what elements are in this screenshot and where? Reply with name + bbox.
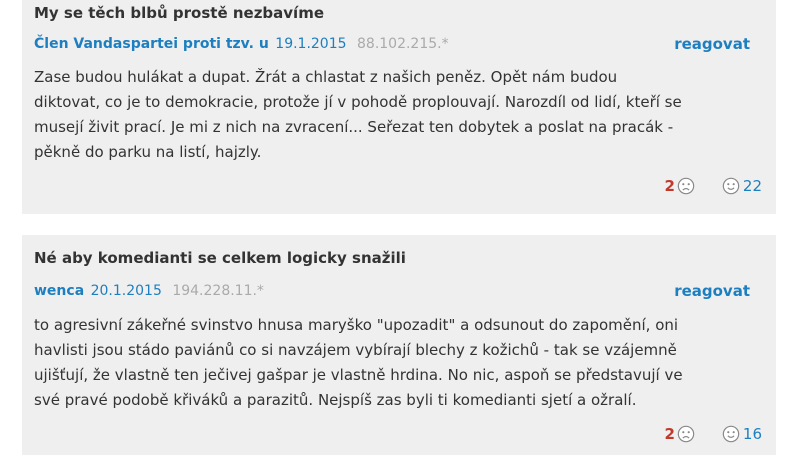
comment-body: Zase budou hulákat a dupat. Žrát a chlas…	[34, 65, 759, 165]
positive-vote-count: 22	[742, 177, 762, 195]
comment-body: to agresivní zákeřné svinstvo hnusa mary…	[34, 313, 759, 413]
comment-ip: 88.102.215.*	[357, 36, 449, 52]
comment-line: ujišťují, že vlastně ten ječivej gašpar …	[34, 366, 683, 384]
vote-bar: 2 16	[664, 425, 762, 443]
comment-line: musejí živit prací. Je mi z nich na zvra…	[34, 118, 674, 136]
comment-card: Né aby komedianti se celkem logicky snaž…	[22, 235, 776, 455]
smile-face-icon[interactable]	[722, 425, 740, 443]
negative-vote-count: 2	[664, 425, 675, 443]
comment-author-link[interactable]: wenca	[34, 283, 84, 299]
comment-date: 20.1.2015	[90, 283, 162, 299]
sad-face-icon[interactable]	[677, 425, 695, 443]
comment-line: to agresivní zákeřné svinstvo hnusa mary…	[34, 316, 679, 334]
comment-date: 19.1.2015	[275, 36, 347, 52]
comment-line: své pravé podobě křiváků a parazitů. Nej…	[34, 391, 637, 409]
comment-card: My se těch blbů prostě nezbavíme Člen Va…	[22, 0, 776, 214]
reply-link[interactable]: reagovat	[674, 35, 750, 53]
comment-line: havlisti jsou stádo paviánů co si navzáj…	[34, 341, 677, 359]
comment-meta: Člen Vandaspartei proti tzv. u 19.1.2015…	[34, 36, 449, 52]
comment-line: diktovat, co je to demokracie, protože j…	[34, 93, 682, 111]
comment-line: Zase budou hulákat a dupat. Žrát a chlas…	[34, 68, 618, 86]
comment-title: Né aby komedianti se celkem logicky snaž…	[34, 249, 406, 267]
vote-bar: 2 22	[664, 177, 762, 195]
negative-vote-count: 2	[664, 177, 675, 195]
comment-author-link[interactable]: Člen Vandaspartei proti tzv. u	[34, 36, 269, 52]
smile-face-icon[interactable]	[722, 177, 740, 195]
comment-meta: wenca 20.1.2015 194.228.11.*	[34, 283, 264, 299]
comment-line: pěkně do parku na listí, hajzly.	[34, 143, 262, 161]
comment-title: My se těch blbů prostě nezbavíme	[34, 4, 325, 22]
positive-vote-count: 16	[742, 425, 762, 443]
reply-link[interactable]: reagovat	[674, 282, 750, 300]
comment-ip: 194.228.11.*	[172, 283, 264, 299]
sad-face-icon[interactable]	[677, 177, 695, 195]
